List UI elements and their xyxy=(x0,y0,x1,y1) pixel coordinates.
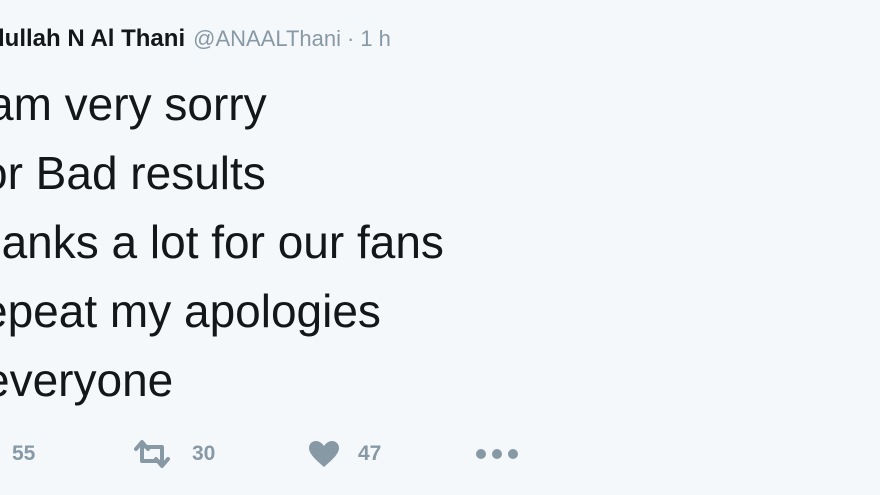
header-separator: · xyxy=(347,26,355,51)
heart-icon xyxy=(308,440,340,468)
tweet-text-line: hanks a lot for our fans xyxy=(0,216,444,268)
user-handle[interactable]: @ANAALThani xyxy=(193,26,341,52)
tweet-text-line: or Bad results xyxy=(0,147,266,199)
more-button[interactable] xyxy=(474,432,520,476)
tweet-text-line: am very sorry xyxy=(0,78,267,130)
retweet-button[interactable]: 30 xyxy=(130,432,215,476)
reply-button[interactable]: 55 xyxy=(0,432,35,476)
more-icon xyxy=(474,447,520,461)
reply-count: 55 xyxy=(12,442,36,465)
display-name[interactable]: dullah N Al Thani xyxy=(0,25,185,53)
tweet-timestamp[interactable]: 1 h xyxy=(360,26,391,52)
tweet-text: am very sorry or Bad results hanks a lot… xyxy=(0,70,444,415)
tweet-actions: 55 30 47 xyxy=(0,432,880,476)
tweet-text-line: epeat my apologies xyxy=(0,285,381,337)
like-count: 47 xyxy=(358,442,382,465)
like-button[interactable]: 47 xyxy=(308,432,381,476)
retweet-count: 30 xyxy=(192,442,216,465)
tweet-card: dullah N Al Thani @ANAALThani · 1 h am v… xyxy=(0,0,880,495)
tweet-header: dullah N Al Thani @ANAALThani · 1 h xyxy=(0,25,391,61)
retweet-icon xyxy=(130,439,174,469)
tweet-text-line: everyone xyxy=(0,354,174,406)
